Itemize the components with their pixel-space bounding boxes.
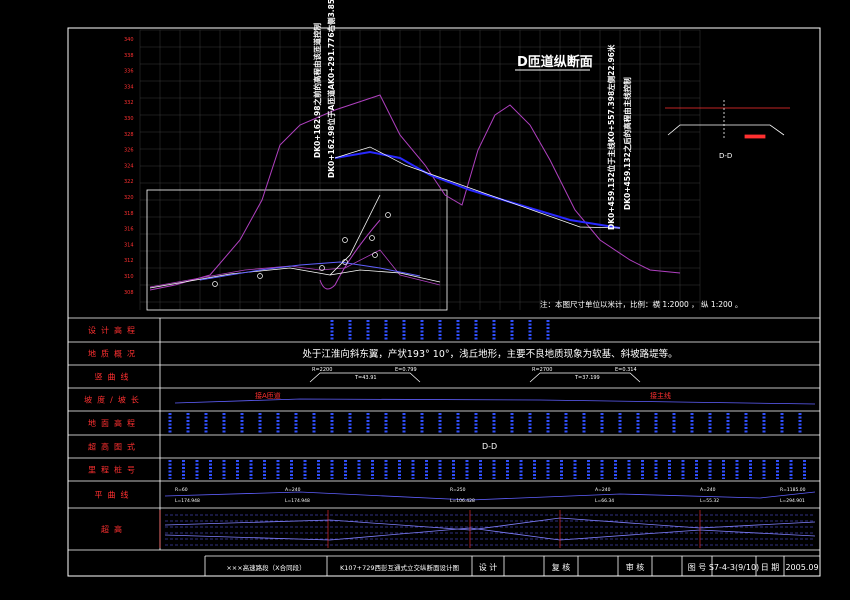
ground-line bbox=[149, 94, 681, 291]
plan-curve-length: L=55.32 bbox=[700, 498, 719, 504]
design-line-c bbox=[199, 261, 421, 281]
elevation-tick-label: 328 bbox=[124, 132, 134, 138]
annotation-right-1: DK0+459.132位于主线K0+557.398左侧22.96米 bbox=[606, 44, 616, 230]
plan-curve-param: R=1185.00 bbox=[780, 487, 806, 493]
vertical-curve-tangent: T=37.199 bbox=[574, 375, 600, 381]
title-block-project: ×××高速路段（X合同段） bbox=[226, 563, 305, 572]
elevation-tick-label: 314 bbox=[124, 242, 134, 248]
vertical-curve-external: E=0.799 bbox=[395, 367, 417, 373]
elevation-tick-label: 324 bbox=[124, 163, 134, 169]
row-label: 超高图式 bbox=[88, 442, 140, 452]
detail-box bbox=[146, 189, 448, 311]
elevation-tick-label: 310 bbox=[124, 274, 134, 280]
title-block-fig-no_label: 图 号 bbox=[688, 563, 707, 572]
title-block-date-label: 日 期 bbox=[761, 563, 780, 572]
row-label: 地面高程 bbox=[88, 418, 140, 428]
plan-curve-length: L=106.428 bbox=[450, 498, 475, 504]
plan-curve-length: L=294.901 bbox=[780, 498, 805, 504]
title-block-fig-no: S7-4-3(9/10) bbox=[709, 563, 759, 572]
vertical-curve-external: E=0.314 bbox=[615, 367, 637, 373]
elevation-tick-label: 322 bbox=[124, 179, 134, 185]
annotation-left-2: DK0+162.98位于A匝道AK0+291.776右侧3.85米 bbox=[326, 0, 336, 178]
plan-curve-param: A=240 bbox=[595, 487, 611, 493]
drawing-title: D匝道纵断面 bbox=[517, 54, 593, 70]
slope-label-main: 接主线 bbox=[650, 391, 671, 400]
plan-curve-param: A=240 bbox=[700, 487, 716, 493]
plan-curve-length: L=174.948 bbox=[175, 498, 200, 504]
superelevation-diagram bbox=[159, 510, 816, 548]
title-block-design: 设 计 bbox=[479, 562, 498, 572]
row-label: 超高 bbox=[101, 524, 127, 534]
plan-curve-param: A=240 bbox=[285, 487, 301, 493]
design-profile-tangent bbox=[334, 146, 621, 229]
slope-label-a: 接A匝道 bbox=[255, 391, 281, 400]
plan-curve-param: R=60 bbox=[175, 487, 188, 493]
elevation-tick-label: 338 bbox=[124, 53, 134, 59]
scale-note: 注：本图尺寸单位以米计，比例：横 1:2000 ， 纵 1:200 。 bbox=[540, 299, 742, 309]
annotation-left-1: DK0+162.98之前的高程由该匝道控制 bbox=[312, 23, 322, 158]
vertical-curve-tangent: T=43.91 bbox=[354, 375, 377, 381]
plan-curve-length: L=66.34 bbox=[595, 498, 614, 504]
elevation-tick-label: 340 bbox=[124, 37, 134, 43]
vertical-curve-radius: R=2700 bbox=[532, 367, 552, 373]
elevation-tick-label: 312 bbox=[124, 258, 134, 264]
elevation-axis: 340 338 336 334 332 330 328 326 324 322 320 318 316 3… bbox=[124, 37, 134, 296]
plan-curve-param: R=250 bbox=[450, 487, 466, 493]
row-label: 设计高程 bbox=[88, 325, 140, 335]
cross-section-detail bbox=[665, 100, 790, 140]
station-markers bbox=[212, 212, 391, 287]
title-block-drawing-name: K107+729西彭互通式立交纵断面设计图 bbox=[340, 563, 459, 572]
elevation-tick-label: 320 bbox=[124, 195, 134, 201]
title-block-date: 2005.09 bbox=[785, 563, 818, 572]
geology-text: 处于江淮向斜东翼，产状193° 10°，浅丘地形，主要不良地质现象为软基、斜坡路… bbox=[302, 348, 677, 360]
annotation-right-2: DK0+459.132之后的高程由主线控制 bbox=[622, 77, 632, 210]
data-table: 设计高程地质概况竖曲线坡度/坡长地面高程超高图式里程桩号平曲线超高 处于江淮向斜东… bbox=[68, 317, 820, 551]
elevation-tick-label: 326 bbox=[124, 148, 134, 154]
elevation-tick-label: 308 bbox=[124, 290, 134, 296]
row-label: 竖曲线 bbox=[95, 372, 134, 382]
elevation-tick-label: 334 bbox=[124, 84, 134, 90]
row-label: 平曲线 bbox=[95, 490, 134, 500]
elevation-tick-label: 318 bbox=[124, 211, 134, 217]
row-label: 坡度/坡长 bbox=[84, 395, 144, 405]
superelevation-type-label: D-D bbox=[482, 442, 497, 451]
title-block-review: 复 核 bbox=[552, 562, 571, 572]
drawing-canvas: 340 338 336 334 332 330 328 326 324 322 320 318 316 3… bbox=[67, 0, 821, 577]
elevation-tick-label: 316 bbox=[124, 227, 134, 233]
row-label: 地质概况 bbox=[88, 349, 140, 359]
elevation-tick-label: 330 bbox=[124, 116, 134, 122]
row-label: 里程桩号 bbox=[88, 465, 140, 475]
plan-curve-length: L=174.948 bbox=[285, 498, 310, 504]
elevation-tick-label: 332 bbox=[124, 100, 134, 106]
elevation-tick-label: 336 bbox=[124, 69, 134, 75]
section-detail-label: D-D bbox=[719, 152, 732, 160]
title-block: ×××高速路段（X合同段） K107+729西彭互通式立交纵断面设计图 设 计 复 核… bbox=[204, 555, 820, 576]
title-block-approve: 审 核 bbox=[626, 562, 645, 572]
vertical-curve-radius: R=2200 bbox=[312, 367, 332, 373]
